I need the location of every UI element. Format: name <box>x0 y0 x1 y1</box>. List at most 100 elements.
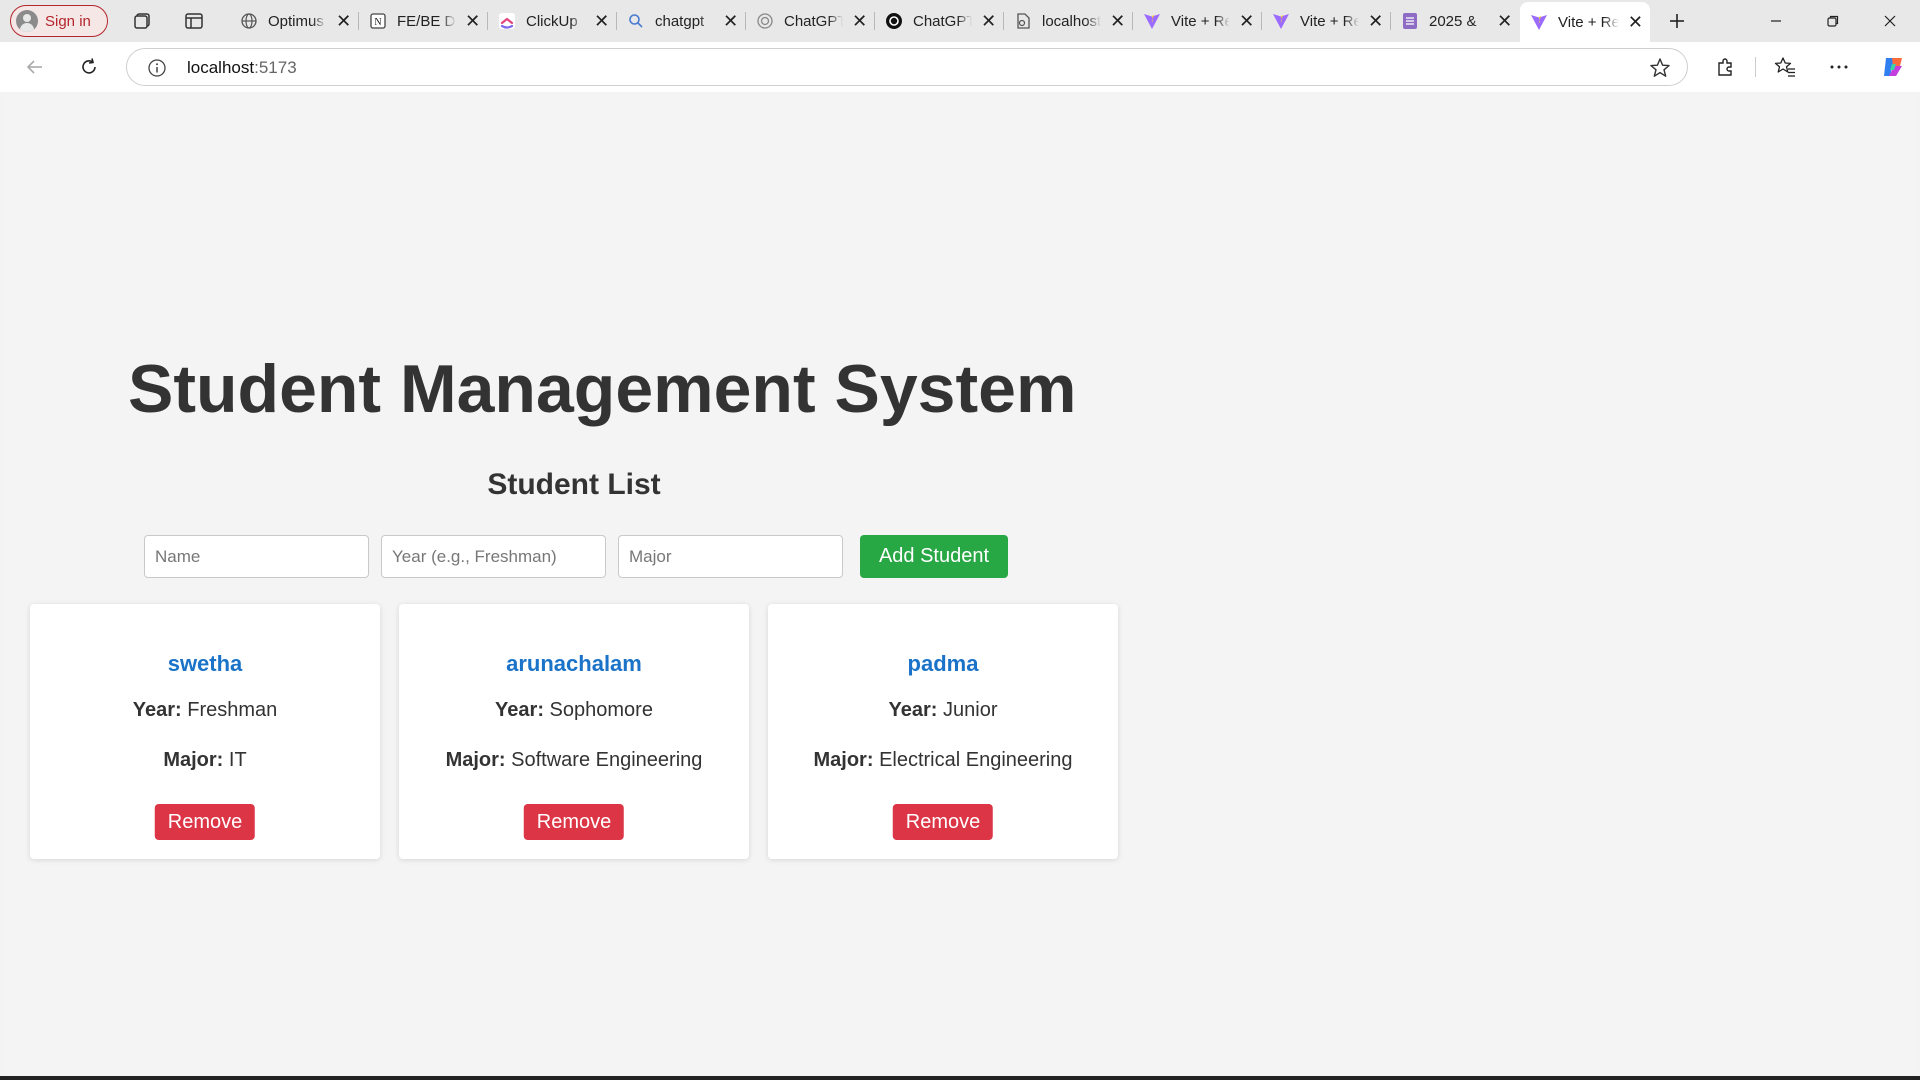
restore-icon[interactable] <box>1805 0 1861 42</box>
openai-icon <box>885 12 903 30</box>
student-name: arunachalam <box>506 651 642 676</box>
vite-icon <box>1272 12 1290 30</box>
close-tab-icon[interactable]: ✕ <box>1367 11 1384 32</box>
tab-title: ChatGPT <box>913 12 973 30</box>
forms-icon <box>1401 12 1419 30</box>
student-major: Major: Software Engineering <box>399 749 749 772</box>
avatar-icon <box>16 10 38 32</box>
tab-title: ChatGPT <box>784 12 844 30</box>
more-options-icon[interactable] <box>1825 53 1853 81</box>
tab-title: Optimus <box>268 12 324 30</box>
remove-button[interactable]: Remove <box>892 804 994 840</box>
close-tab-icon[interactable]: ✕ <box>1496 11 1513 32</box>
student-card: swetha Year: Freshman Major: IT Remove <box>30 604 380 859</box>
browser-tab[interactable]: ClickUp ✕ <box>488 4 617 38</box>
close-window-icon[interactable] <box>1862 0 1918 42</box>
browser-tab-active[interactable]: Vite + React ✕ <box>1520 2 1650 42</box>
major-label: Major: <box>445 749 506 771</box>
sign-in-label: Sign in <box>45 12 91 30</box>
year-value: Freshman <box>187 699 278 721</box>
new-tab-icon[interactable] <box>1663 7 1691 35</box>
vite-icon <box>1530 13 1548 31</box>
refresh-icon[interactable] <box>75 53 103 81</box>
workspaces-icon[interactable] <box>128 7 156 35</box>
tab-title: localhost <box>1042 12 1102 30</box>
browser-tab[interactable]: Vite + React ✕ <box>1133 4 1262 38</box>
year-label: Year: <box>132 699 182 721</box>
tab-title: 2025 & <box>1429 12 1477 30</box>
close-tab-icon[interactable]: ✕ <box>335 11 352 32</box>
search-icon <box>627 12 645 30</box>
browser-tab[interactable]: N FE/BE Dev ✕ <box>359 4 488 38</box>
student-list-title: Student List <box>487 468 661 501</box>
student-year: Year: Sophomore <box>399 699 749 722</box>
url-text: localhost:5173 <box>187 58 297 78</box>
browser-toolbar: localhost:5173 <box>0 42 1920 92</box>
year-value: Sophomore <box>549 699 653 721</box>
page-icon <box>1014 12 1032 30</box>
browser-tab[interactable]: chatgpt ✕ <box>617 4 746 38</box>
major-label: Major: <box>163 749 224 771</box>
favorites-icon[interactable] <box>1771 53 1799 81</box>
vite-icon <box>1143 12 1161 30</box>
taskbar-edge <box>0 1076 1920 1080</box>
browser-tab[interactable]: ChatGPT ✕ <box>875 4 1004 38</box>
close-tab-icon[interactable]: ✕ <box>851 11 868 32</box>
year-value: Junior <box>943 699 998 721</box>
year-label: Year: <box>495 699 544 721</box>
tab-actions-icon[interactable] <box>180 7 208 35</box>
close-tab-icon[interactable]: ✕ <box>722 11 739 32</box>
major-label: Major: <box>813 749 874 771</box>
student-major: Major: Electrical Engineering <box>768 749 1118 772</box>
remove-button[interactable]: Remove <box>154 804 256 840</box>
student-name: padma <box>907 651 979 676</box>
remove-button[interactable]: Remove <box>523 804 625 840</box>
url-host: localhost <box>187 58 255 77</box>
major-value: IT <box>228 749 247 771</box>
close-tab-icon[interactable]: ✕ <box>1238 11 1255 32</box>
tab-title: Vite + React <box>1558 13 1619 31</box>
svg-text:N: N <box>374 17 381 28</box>
tab-title: ClickUp <box>526 12 578 30</box>
student-app: Student Management System Student List A… <box>4 92 1124 1076</box>
sign-in-button[interactable]: Sign in <box>10 5 108 37</box>
name-input[interactable] <box>144 535 369 578</box>
copilot-icon[interactable] <box>1879 53 1907 81</box>
globe-icon <box>240 12 258 30</box>
close-tab-icon[interactable]: ✕ <box>980 11 997 32</box>
close-tab-icon[interactable]: ✕ <box>464 11 481 32</box>
browser-tab[interactable]: 2025 & ✕ <box>1391 4 1519 38</box>
minimize-icon[interactable] <box>1748 0 1804 42</box>
page-title: Student Management System <box>128 351 1077 427</box>
student-year: Year: Junior <box>768 699 1118 722</box>
browser-tab[interactable]: ChatGPT ✕ <box>746 4 875 38</box>
toolbar-divider <box>1755 57 1756 77</box>
student-card: padma Year: Junior Major: Electrical Eng… <box>768 604 1118 859</box>
browser-tab[interactable]: Optimus ✕ <box>230 4 359 38</box>
major-value: Software Engineering <box>511 749 703 771</box>
tab-strip: Sign in Optimus ✕ N FE/BE Dev ✕ ClickUp … <box>0 0 1920 42</box>
year-label: Year: <box>888 699 938 721</box>
student-year: Year: Freshman <box>30 699 380 722</box>
extensions-icon[interactable] <box>1711 53 1739 81</box>
major-input[interactable] <box>618 535 843 578</box>
back-arrow-icon[interactable] <box>21 53 49 81</box>
tab-title: FE/BE Dev <box>397 12 456 30</box>
year-input[interactable] <box>381 535 606 578</box>
clickup-icon <box>498 12 516 30</box>
close-tab-icon[interactable]: ✕ <box>1109 11 1126 32</box>
major-value: Electrical Engineering <box>879 749 1073 771</box>
student-name: swetha <box>167 651 243 676</box>
tab-title: Vite + React <box>1300 12 1360 30</box>
browser-tab[interactable]: localhost ✕ <box>1004 4 1133 38</box>
favorite-star-icon[interactable] <box>1649 57 1671 79</box>
student-card: arunachalam Year: Sophomore Major: Softw… <box>399 604 749 859</box>
close-tab-icon[interactable]: ✕ <box>593 11 610 32</box>
chatgpt-icon <box>756 12 774 30</box>
browser-tab[interactable]: Vite + React ✕ <box>1262 4 1391 38</box>
tab-title: Vite + React <box>1171 12 1231 30</box>
close-tab-icon[interactable]: ✕ <box>1627 12 1644 33</box>
add-student-button[interactable]: Add Student <box>860 535 1008 578</box>
address-bar[interactable]: localhost:5173 <box>126 48 1688 86</box>
site-info-icon[interactable] <box>147 58 167 78</box>
